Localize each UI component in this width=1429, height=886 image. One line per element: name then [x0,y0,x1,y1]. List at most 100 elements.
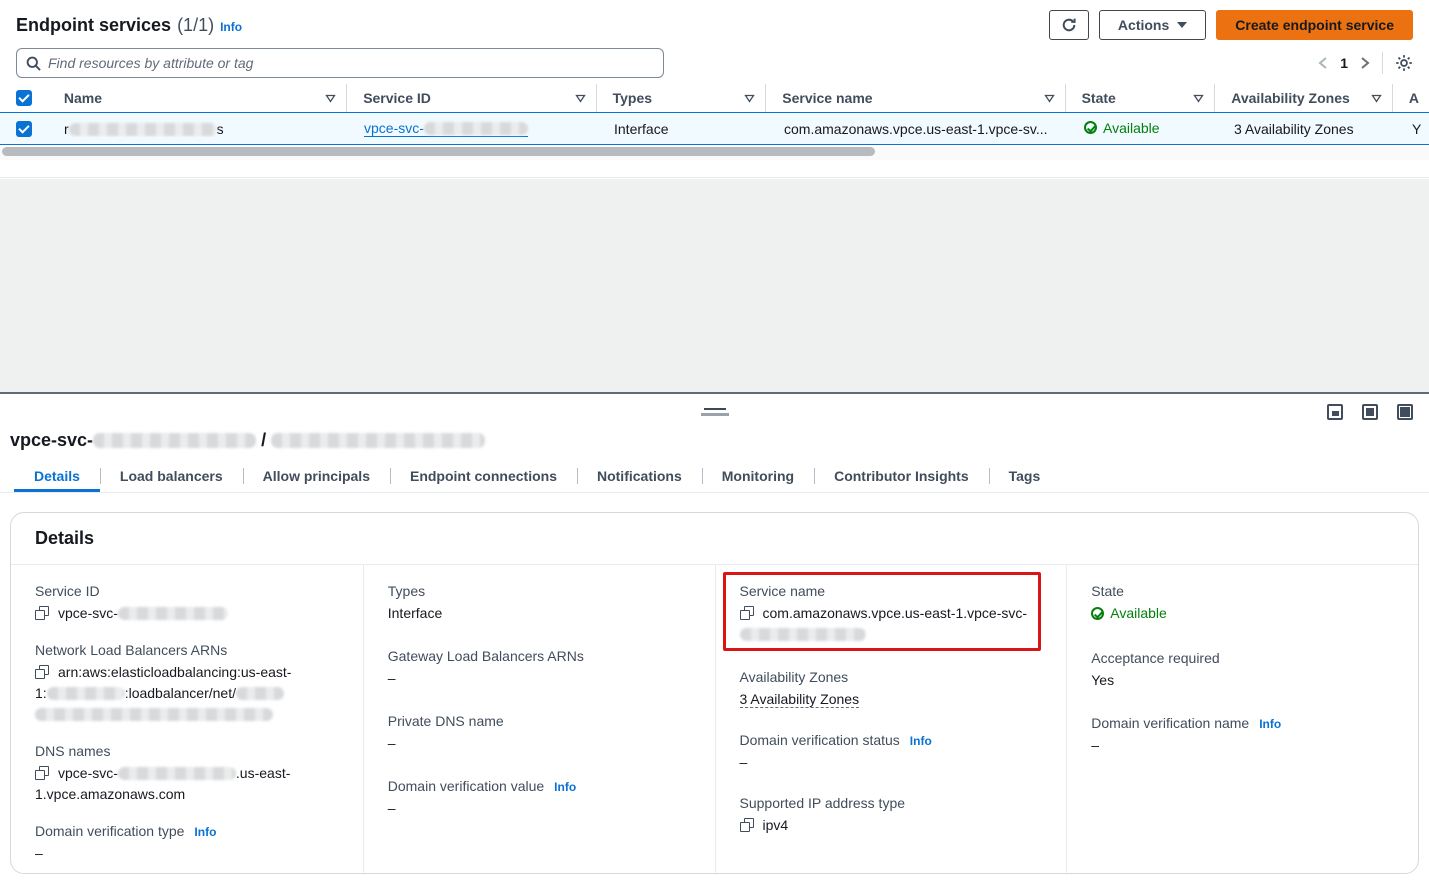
row-state-cell: Available [1068,120,1218,138]
redacted-text [69,123,217,136]
search-icon [26,56,41,71]
search-input[interactable] [48,55,654,71]
pagination: 1 [1318,52,1413,74]
field-supported-ip-type: Supported IP address type ipv4 [740,795,1043,836]
field-nlb-arns: Network Load Balancers ARNs arn:aws:elas… [35,642,339,725]
field-state: State Available [1091,583,1394,626]
sort-icon[interactable] [1044,94,1055,103]
row-clipped-cell: Y [1396,121,1429,137]
copy-icon[interactable] [35,665,49,679]
column-header-clipped[interactable]: A [1393,84,1429,112]
column-header-service-id[interactable]: Service ID [347,84,596,112]
preferences-button[interactable] [1395,54,1413,72]
details-column-1: Service ID vpce-svc- Network Load Balanc… [11,565,363,875]
previous-page-button[interactable] [1318,56,1328,70]
row-service-name-cell: com.amazonaws.vpce.us-east-1.vpce-sv... [768,121,1068,137]
info-link[interactable]: Info [554,780,576,794]
next-page-button[interactable] [1360,56,1370,70]
redacted-text [424,122,528,135]
tab-tags[interactable]: Tags [989,462,1061,492]
info-link[interactable]: Info [1259,717,1281,731]
actions-button[interactable]: Actions [1099,10,1206,40]
gear-icon [1395,54,1413,72]
copy-icon[interactable] [35,766,49,780]
column-header-name[interactable]: Name [48,84,347,112]
tab-monitoring[interactable]: Monitoring [702,462,814,492]
copy-icon[interactable] [740,606,754,620]
search-box[interactable] [16,48,664,78]
sort-icon[interactable] [1193,94,1204,103]
column-header-service-name[interactable]: Service name [766,84,1065,112]
status-badge: Available [1084,120,1160,136]
field-domain-verification-name: Domain verification name Info – [1091,715,1394,756]
column-header-availability-zones[interactable]: Availability Zones [1215,84,1393,112]
copy-icon[interactable] [35,606,49,620]
select-all-cell [0,84,48,112]
info-link[interactable]: Info [194,825,216,839]
chevron-right-icon [1360,56,1370,70]
panel-title: vpce-svc- / [10,430,485,451]
panel-layout-controls [1327,404,1413,420]
tab-details[interactable]: Details [14,462,100,492]
horizontal-scrollbar[interactable] [0,147,1429,160]
field-service-id: Service ID vpce-svc- [35,583,339,624]
info-link[interactable]: Info [910,734,932,748]
page-background [0,179,1429,392]
sort-icon[interactable] [575,94,586,103]
field-private-dns-name: Private DNS name – [388,713,691,754]
actions-button-label: Actions [1118,17,1169,33]
redacted-text [118,767,236,780]
field-domain-verification-type: Domain verification type Info – [35,823,339,864]
column-header-types[interactable]: Types [597,84,767,112]
page-header: Endpoint services (1/1) Info Actions Cre… [0,0,1429,44]
info-link[interactable]: Info [220,20,242,34]
chevron-left-icon [1318,56,1328,70]
availability-zones-link[interactable]: 3 Availability Zones [1234,121,1354,137]
sort-icon[interactable] [744,94,755,103]
create-endpoint-service-button[interactable]: Create endpoint service [1216,10,1413,40]
row-checkbox[interactable] [16,121,32,137]
tab-notifications[interactable]: Notifications [577,462,702,492]
panel-size-small-icon[interactable] [1327,404,1343,420]
field-dns-names: DNS names vpce-svc-.us-east- 1.vpce.amaz… [35,743,339,805]
row-service-id-cell: vpce-svc- [348,120,598,137]
details-column-2: Types Interface Gateway Load Balancers A… [363,565,715,875]
check-circle-icon [1091,607,1104,620]
tab-load-balancers[interactable]: Load balancers [100,462,243,492]
endpoint-services-list-panel: Endpoint services (1/1) Info Actions Cre… [0,0,1429,178]
detail-split-panel: vpce-svc- / Details Load balancers Allow… [0,392,1429,886]
tab-endpoint-connections[interactable]: Endpoint connections [390,462,577,492]
redacted-text [740,628,866,641]
sort-icon[interactable] [1371,94,1382,103]
table-row[interactable]: rs vpce-svc- Interface com.amazonaws.vpc… [0,112,1429,145]
redacted-text [271,433,485,448]
column-header-state[interactable]: State [1066,84,1216,112]
redacted-text [93,433,256,448]
current-page-number[interactable]: 1 [1340,55,1348,71]
panel-size-large-icon[interactable] [1397,404,1413,420]
availability-zones-link[interactable]: 3 Availability Zones [740,691,860,708]
tab-contributor-insights[interactable]: Contributor Insights [814,462,989,492]
field-domain-verification-value: Domain verification value Info – [388,778,691,819]
field-acceptance-required: Acceptance required Yes [1091,650,1394,691]
row-name-cell: rs [48,121,348,137]
service-id-link[interactable]: vpce-svc- [364,120,528,137]
field-availability-zones: Availability Zones 3 Availability Zones [740,669,1043,710]
endpoint-services-table: Name Service ID Types Service name State… [0,84,1429,160]
detail-tabs: Details Load balancers Allow principals … [0,462,1429,493]
refresh-button[interactable] [1049,10,1089,40]
field-gateway-lb-arns: Gateway Load Balancers ARNs – [388,648,691,689]
table-toolbar: 1 [0,44,1429,78]
row-select-cell [0,121,48,137]
tab-allow-principals[interactable]: Allow principals [243,462,390,492]
page-title-text: Endpoint services [16,15,171,36]
panel-size-medium-icon[interactable] [1362,404,1378,420]
copy-icon[interactable] [740,818,754,832]
check-circle-icon [1084,121,1097,134]
sort-icon[interactable] [325,94,336,103]
select-all-checkbox[interactable] [16,90,32,106]
row-availability-zones-cell: 3 Availability Zones [1218,121,1396,137]
scrollbar-thumb[interactable] [2,147,875,156]
details-card-heading: Details [11,513,1418,565]
split-panel-drag-handle[interactable] [701,408,729,416]
